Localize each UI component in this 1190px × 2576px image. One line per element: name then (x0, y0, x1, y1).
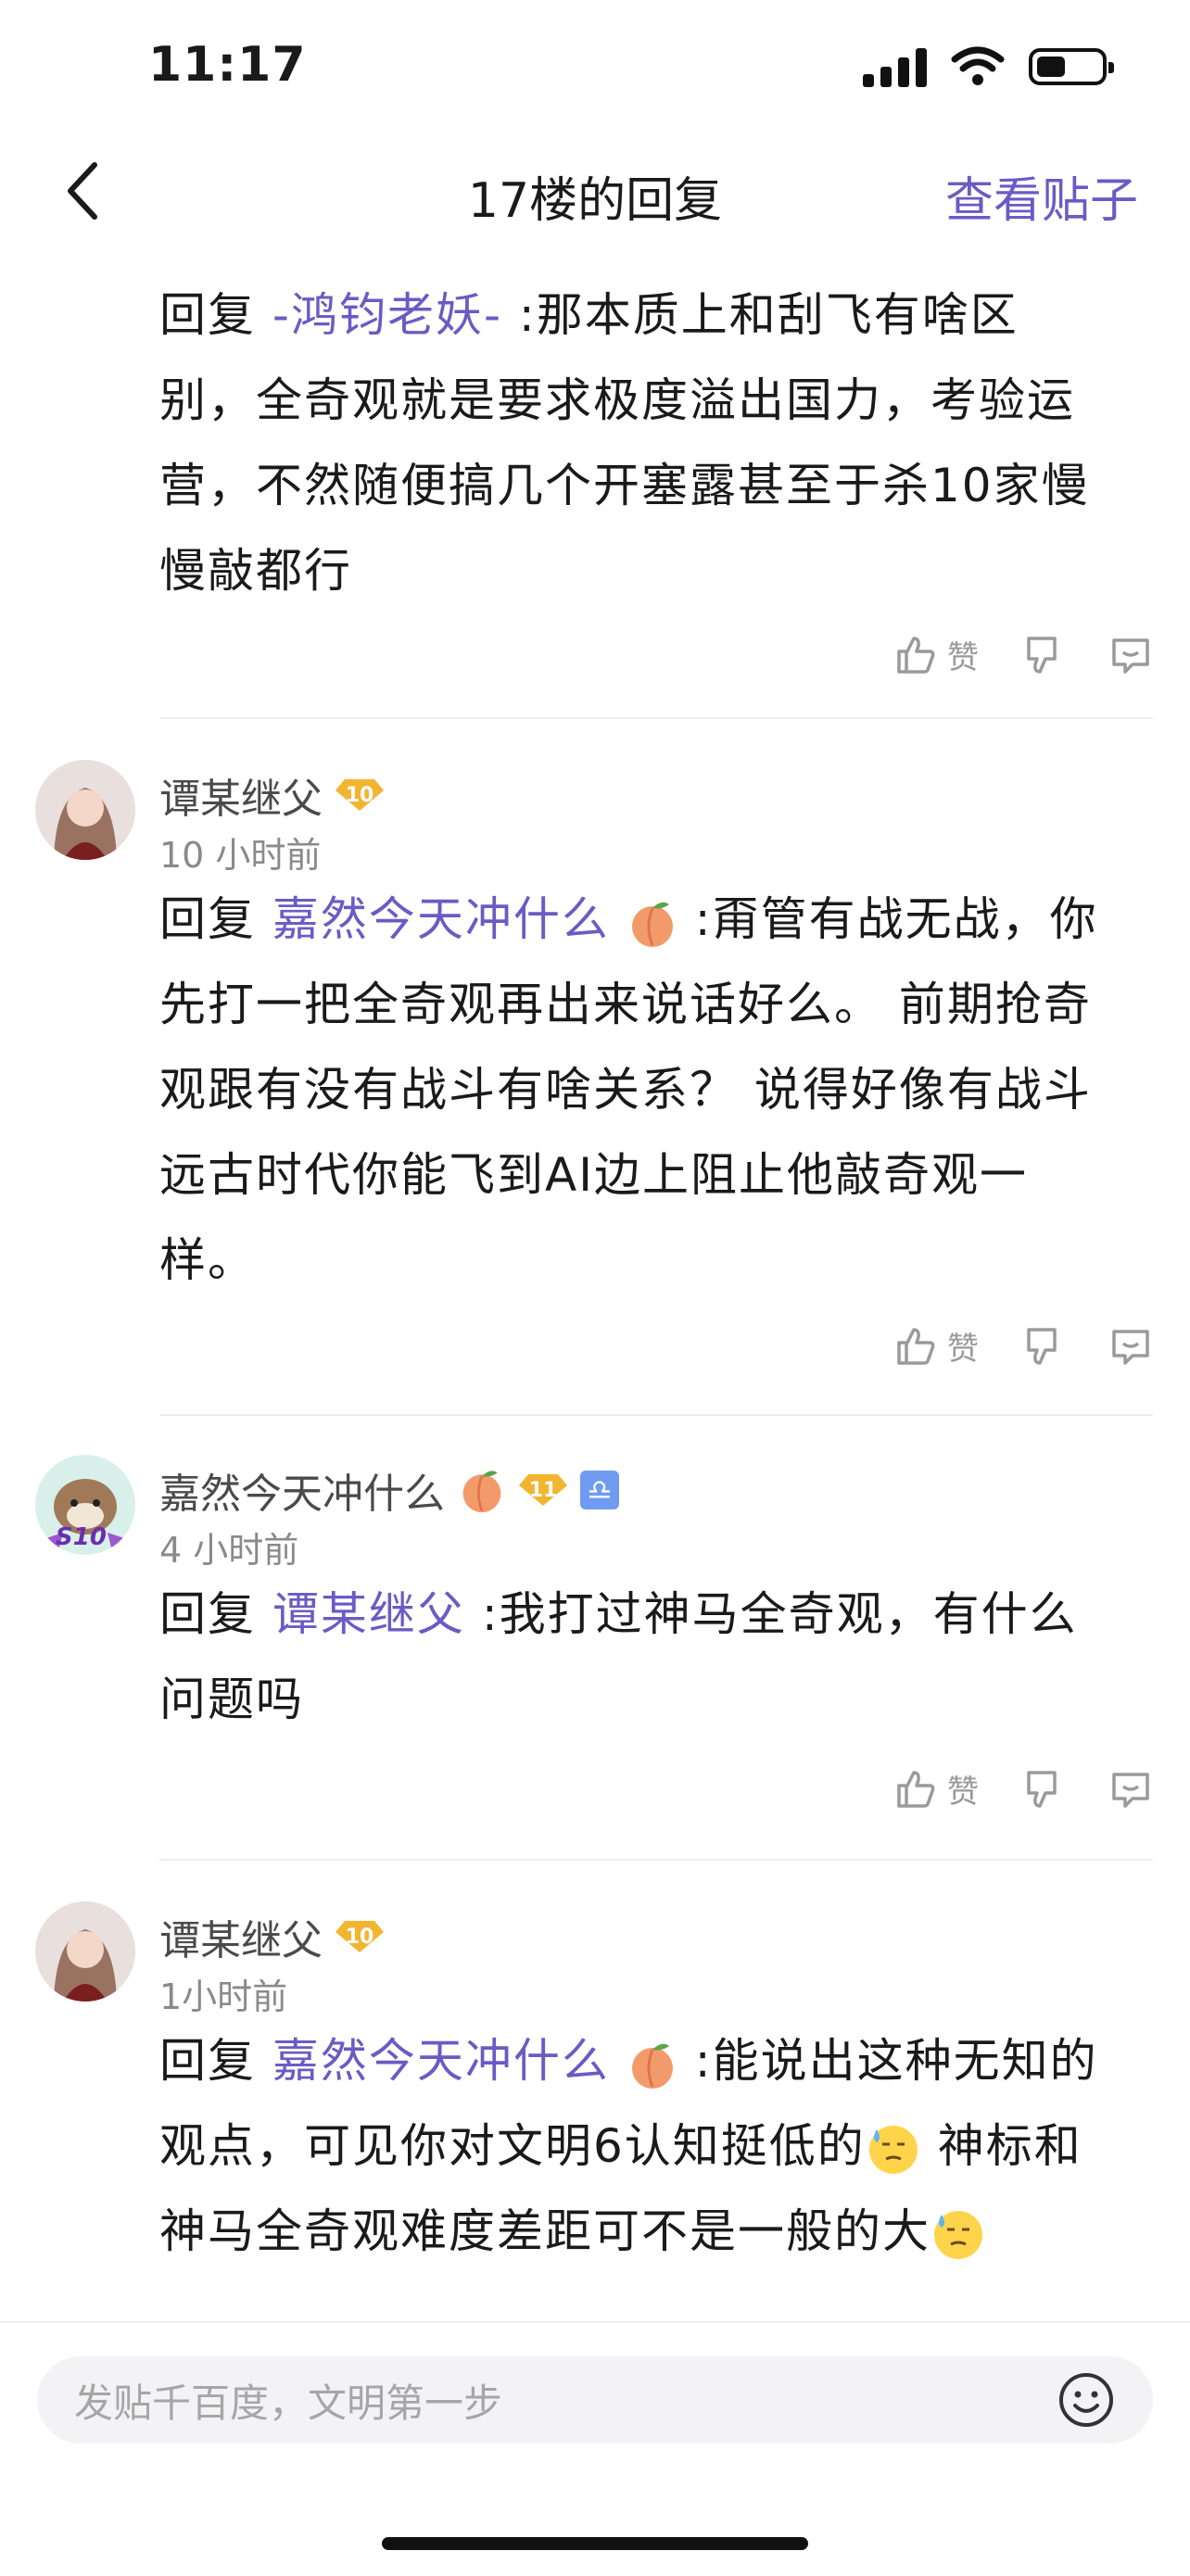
comment-item: S10 嘉然今天冲什么 11 ♎ 4 小时前 回复 谭某继父 :我打过神马全奇观… (0, 1455, 1190, 1900)
like-label: 赞 (947, 639, 979, 676)
username[interactable]: 谭某继父 10 (159, 1907, 384, 1966)
thumbs-down-icon[interactable] (1021, 1324, 1066, 1369)
comment-body: 回复 谭某继父 :我打过神马全奇观，有什么 问题吗 (159, 1572, 1151, 1742)
comment-actions: 赞 (893, 632, 1153, 677)
reply-prefix: 回复 (159, 1587, 256, 1641)
thumbs-down-icon[interactable] (1021, 1767, 1066, 1812)
comment-text-line: 神标和 (920, 2119, 1082, 2173)
like-label: 赞 (947, 1774, 979, 1811)
like-button[interactable]: 赞 (893, 1766, 979, 1812)
status-icons (863, 46, 1114, 87)
libra-icon: ♎ (580, 1471, 619, 1509)
username-text: 嘉然今天冲什么 (159, 1471, 445, 1518)
comment-actions: 赞 (893, 1766, 1153, 1812)
comment-text-line: 先打一把全奇观再出来说话好么。 前期抢奇 (159, 978, 1092, 1031)
comment-time: 10 小时前 (159, 835, 322, 876)
like-button[interactable]: 赞 (893, 632, 979, 677)
comment-body: 回复 嘉然今天冲什么 :能说出这种无知的 观点，可见你对文明6认知挺低的 神标和… (159, 2018, 1151, 2274)
peach-emoji-icon (631, 2043, 673, 2089)
level-text: 10 (345, 783, 374, 807)
comment-item: 回复 -鸿钧老妖- :那本质上和刮飞有啥区 别，全奇观就是要求极度溢出国力，考验… (0, 243, 1190, 719)
comment-text-line: 观跟有没有战斗有啥关系？ 说得好像有战斗 (159, 1063, 1092, 1117)
thumbs-down-icon[interactable] (1021, 633, 1066, 677)
comment-text-line: :那本质上和刮飞有啥区 (518, 288, 1019, 342)
comment-text-line: 慢敲都行 (159, 544, 352, 598)
home-indicator (382, 2537, 808, 2550)
avatar-badge: S10 (56, 1523, 107, 1551)
like-label: 赞 (947, 1331, 979, 1368)
level-text: 10 (345, 1925, 374, 1949)
reply-bubble-icon[interactable] (1108, 1324, 1153, 1369)
thumbs-up-icon (897, 1327, 935, 1365)
wifi-icon (951, 46, 1005, 85)
comment-text-line: 神马全奇观难度差距可不是一般的大 (159, 2204, 930, 2258)
comment-item: 谭某继父 10 10 小时前 回复 嘉然今天冲什么 :甭管有战无战，你 先打一把… (0, 760, 1190, 1416)
divider (159, 717, 1153, 719)
mention-link[interactable]: -鸿钧老妖- (272, 288, 502, 342)
thumbs-up-icon (897, 1770, 935, 1808)
reply-prefix: 回复 (159, 2034, 256, 2088)
status-time: 11:17 (148, 37, 307, 93)
reply-bubble-icon[interactable] (1108, 633, 1153, 677)
comment-time: 4 小时前 (159, 1530, 299, 1571)
signal-icon (863, 46, 927, 87)
view-post-button[interactable]: 查看贴子 (945, 161, 1138, 231)
avatar[interactable] (35, 760, 135, 860)
reply-prefix: 回复 (159, 892, 256, 946)
divider (159, 1414, 1153, 1416)
mention-link[interactable]: 嘉然今天冲什么 (272, 892, 610, 946)
divider (159, 1859, 1153, 1861)
emoji-icon[interactable] (1057, 2370, 1116, 2430)
comment-text-line: 别，全奇观就是要求极度溢出国力，考验运 (159, 373, 1075, 427)
reply-prefix: 回复 (159, 288, 256, 342)
comment-text-line: 营，不然随便搞几个开塞露甚至于杀10家慢 (159, 459, 1090, 512)
level-badge: 10 (335, 777, 384, 813)
battery-icon (1029, 48, 1114, 85)
comment-time: 1小时前 (159, 1976, 288, 2017)
avatar[interactable] (35, 1901, 135, 2001)
status-bar: 11:17 (0, 0, 1190, 139)
like-button[interactable]: 赞 (893, 1323, 979, 1369)
username-text: 谭某继父 (159, 1917, 323, 1964)
input-placeholder: 发贴千百度，文明第一步 (74, 2380, 503, 2426)
reply-bubble-icon[interactable] (1108, 1767, 1153, 1812)
comment-text-line: :甭管有战无战，你 (694, 892, 1098, 946)
nav-bar: 17楼的回复 查看贴子 (0, 139, 1190, 243)
comment-text-line: :我打过神马全奇观，有什么 (481, 1587, 1078, 1641)
reply-list[interactable]: 回复 -鸿钧老妖- :那本质上和刮飞有啥区 别，全奇观就是要求极度溢出国力，考验… (0, 243, 1190, 2309)
mention-link[interactable]: 嘉然今天冲什么 (272, 2034, 610, 2088)
comment-text-line: 远古时代你能飞到AI边上阻止他敲奇观一 (159, 1148, 1028, 1202)
level-badge: 11 (519, 1472, 567, 1508)
comment-input[interactable]: 发贴千百度，文明第一步 (37, 2356, 1153, 2443)
sweat-face-emoji-icon (934, 2210, 982, 2259)
thumbs-up-icon (897, 636, 935, 674)
comment-text-line: :能说出这种无知的 (694, 2034, 1098, 2088)
comment-body: 回复 -鸿钧老妖- :那本质上和刮飞有啥区 别，全奇观就是要求极度溢出国力，考验… (159, 272, 1151, 613)
comment-text-line: 观点，可见你对文明6认知挺低的 (159, 2119, 866, 2173)
comment-actions: 赞 (893, 1323, 1153, 1369)
username-text: 谭某继父 (159, 776, 323, 823)
sweat-face-emoji-icon (868, 2125, 918, 2174)
level-text: 11 (528, 1478, 558, 1502)
peach-emoji-icon (631, 902, 673, 947)
comment-body: 回复 嘉然今天冲什么 :甭管有战无战，你 先打一把全奇观再出来说话好么。 前期抢… (159, 877, 1151, 1303)
comment-text-line: 样。 (159, 1233, 256, 1287)
username[interactable]: 嘉然今天冲什么 11 ♎ (159, 1460, 619, 1520)
peach-emoji-icon (462, 1471, 501, 1513)
level-badge: 10 (335, 1919, 384, 1954)
comment-text-line: 问题吗 (159, 1673, 304, 1726)
comment-item: 谭某继父 10 1小时前 回复 嘉然今天冲什么 :能说出这种无知的 观点，可见你… (0, 1901, 1190, 2309)
mention-link[interactable]: 谭某继父 (272, 1587, 465, 1641)
username[interactable]: 谭某继父 10 (159, 765, 384, 825)
